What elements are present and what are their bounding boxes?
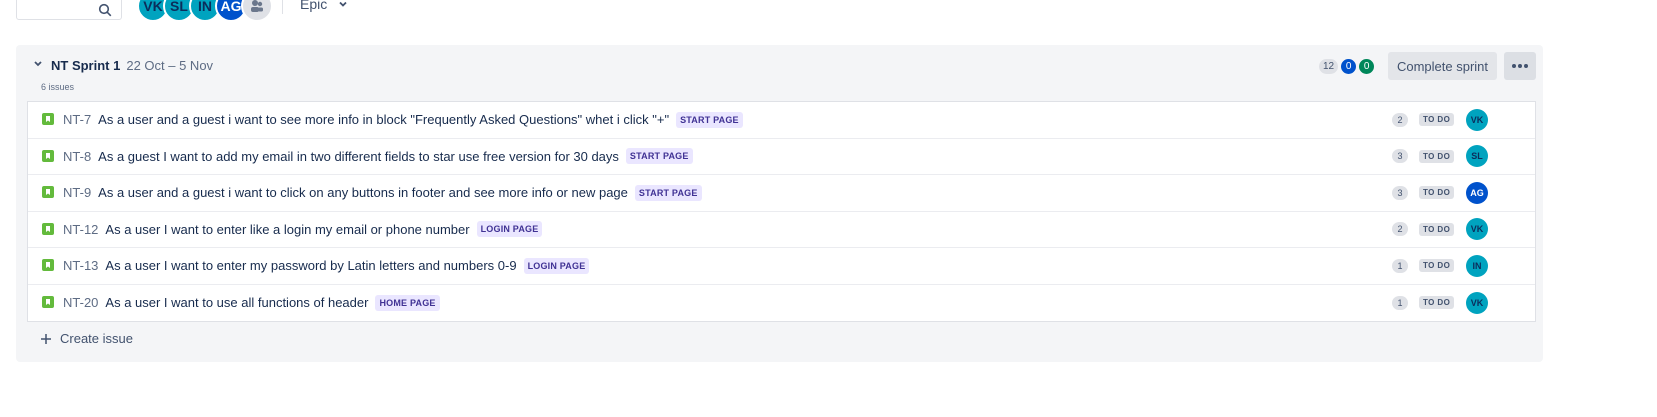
- sprint-container: NT Sprint 1 22 Oct – 5 Nov 6 issues 12 0…: [16, 45, 1543, 362]
- issue-list: NT-7 As a user and a guest i want to see…: [27, 101, 1536, 322]
- story-points-badge: 3: [1392, 185, 1408, 200]
- issue-row[interactable]: NT-7 As a user and a guest i want to see…: [28, 102, 1535, 139]
- issue-key[interactable]: NT-12: [63, 222, 98, 237]
- done-points-badge: 0: [1359, 59, 1375, 74]
- in-progress-points-badge: 0: [1341, 59, 1357, 74]
- issue-row[interactable]: NT-12 As a user I want to enter like a l…: [28, 212, 1535, 248]
- assignee-avatar[interactable]: IN: [1466, 254, 1488, 277]
- create-issue-label: Create issue: [60, 331, 133, 346]
- story-icon: [42, 113, 54, 125]
- story-points-badge: 1: [1392, 295, 1408, 310]
- status-badge[interactable]: TO DO: [1419, 186, 1455, 200]
- chevron-down-icon: [339, 1, 347, 7]
- status-badge[interactable]: TO DO: [1419, 113, 1455, 127]
- assignee-avatar[interactable]: VK: [1466, 108, 1488, 131]
- story-points-badge: 2: [1392, 112, 1408, 127]
- todo-points-badge: 12: [1319, 59, 1339, 74]
- issue-summary: As a user and a guest i want to see more…: [98, 112, 670, 128]
- epic-lozenge[interactable]: START PAGE: [634, 184, 702, 201]
- story-icon: [42, 259, 54, 271]
- issue-count: 6 issues: [41, 82, 75, 92]
- more-icon: [1512, 64, 1528, 68]
- issue-key[interactable]: NT-9: [63, 185, 91, 200]
- complete-sprint-button[interactable]: Complete sprint: [1388, 52, 1497, 80]
- story-icon: [42, 222, 54, 235]
- epic-lozenge[interactable]: START PAGE: [676, 111, 743, 128]
- plus-icon: [41, 333, 51, 344]
- search-input[interactable]: [16, 0, 122, 20]
- epic-filter-label: Epic: [300, 0, 328, 12]
- epic-filter-dropdown[interactable]: Epic: [300, 0, 348, 12]
- status-badge[interactable]: TO DO: [1419, 296, 1455, 310]
- issue-key[interactable]: NT-20: [63, 295, 98, 310]
- people-icon: [251, 0, 263, 12]
- status-badge[interactable]: TO DO: [1419, 222, 1455, 236]
- sprint-header[interactable]: NT Sprint 1 22 Oct – 5 Nov: [33, 58, 213, 73]
- story-icon: [42, 149, 54, 162]
- assignee-avatar[interactable]: VK: [1466, 218, 1488, 241]
- sprint-stats: 12 0 0: [1319, 59, 1375, 74]
- assignee-avatar[interactable]: SL: [1466, 145, 1488, 168]
- issue-key[interactable]: NT-13: [63, 258, 98, 273]
- issue-summary: As a guest I want to add my email in two…: [98, 148, 619, 164]
- story-points-badge: 2: [1392, 222, 1408, 237]
- issue-key[interactable]: NT-8: [63, 149, 91, 164]
- issue-row[interactable]: NT-9 As a user and a guest i want to cli…: [28, 175, 1535, 212]
- story-points-badge: 1: [1392, 258, 1408, 273]
- assignee-avatar[interactable]: AG: [1466, 181, 1488, 204]
- issue-summary: As a user I want to use all functions of…: [105, 295, 369, 311]
- issue-summary: As a user I want to enter like a login m…: [105, 221, 470, 237]
- chevron-down-icon[interactable]: [33, 59, 43, 69]
- assignee-avatar[interactable]: VK: [1466, 291, 1488, 314]
- status-badge[interactable]: TO DO: [1419, 149, 1455, 163]
- sprint-name: NT Sprint 1: [51, 58, 121, 73]
- status-badge[interactable]: TO DO: [1419, 259, 1455, 273]
- epic-lozenge[interactable]: LOGIN PAGE: [476, 221, 543, 238]
- issue-summary: As a user and a guest i want to click on…: [98, 185, 628, 201]
- more-people-button[interactable]: [241, 0, 273, 22]
- more-actions-button[interactable]: [1504, 52, 1536, 80]
- filter-divider: [282, 0, 283, 14]
- issue-row[interactable]: NT-8 As a guest I want to add my email i…: [28, 139, 1535, 175]
- epic-lozenge[interactable]: LOGIN PAGE: [523, 257, 590, 274]
- issue-key[interactable]: NT-7: [63, 112, 91, 127]
- story-icon: [42, 295, 54, 308]
- issue-row[interactable]: NT-13 As a user I want to enter my passw…: [28, 248, 1535, 285]
- issue-summary: As a user I want to enter my password by…: [105, 258, 517, 274]
- story-icon: [42, 186, 54, 198]
- sprint-dates: 22 Oct – 5 Nov: [126, 58, 214, 73]
- epic-lozenge[interactable]: START PAGE: [625, 148, 693, 165]
- story-points-badge: 3: [1392, 149, 1408, 164]
- search-icon: [98, 3, 112, 17]
- epic-lozenge[interactable]: HOME PAGE: [375, 294, 440, 311]
- issue-row[interactable]: NT-20 As a user I want to use all functi…: [28, 285, 1535, 322]
- create-issue-button[interactable]: Create issue: [40, 331, 133, 346]
